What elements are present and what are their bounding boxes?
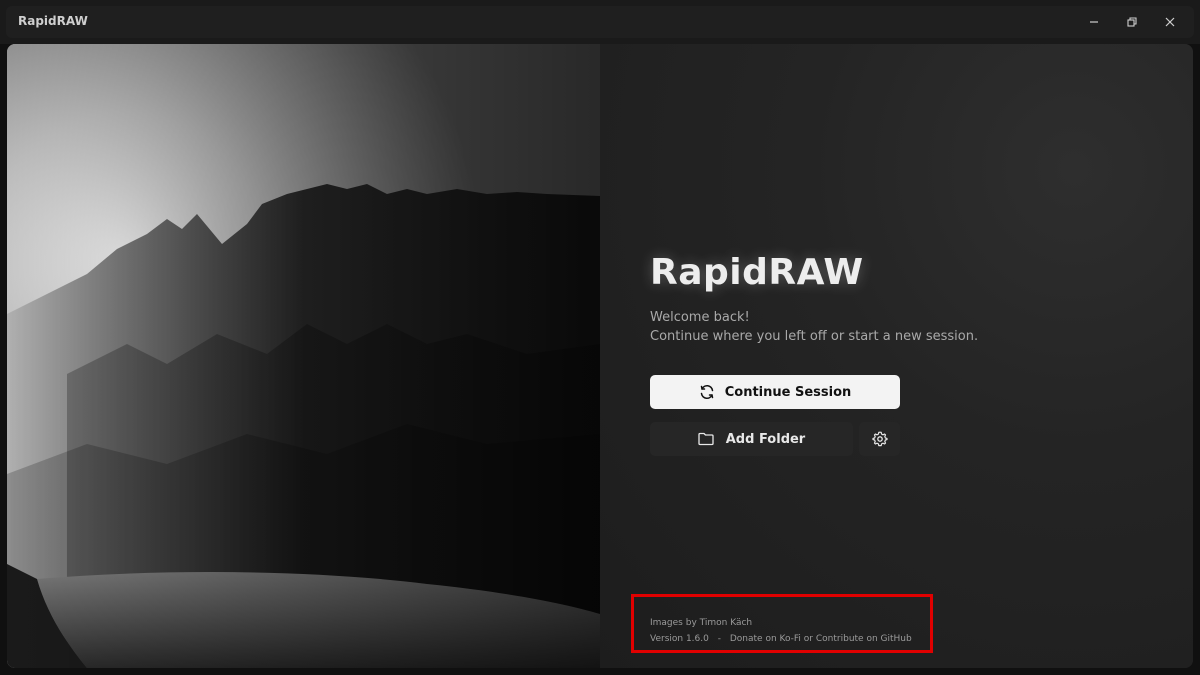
or-text: or bbox=[803, 634, 814, 644]
add-folder-button[interactable]: Add Folder bbox=[650, 422, 853, 456]
hero-image bbox=[7, 44, 600, 668]
version-label: Version 1.6.0 bbox=[650, 634, 709, 644]
donate-link[interactable]: Donate on Ko-Fi bbox=[730, 634, 801, 644]
brand-title: RapidRAW bbox=[650, 252, 864, 293]
minimize-icon bbox=[1090, 21, 1098, 23]
image-credit: Images by Timon Käch bbox=[650, 618, 753, 628]
add-folder-label: Add Folder bbox=[725, 431, 806, 447]
main-window: RapidRAW Welcome back! Continue where yo… bbox=[7, 44, 1193, 668]
title-bar: RapidRAW bbox=[0, 0, 1200, 44]
close-button[interactable] bbox=[1156, 10, 1184, 34]
mountain-landscape-image bbox=[7, 44, 600, 668]
separator: - bbox=[717, 634, 721, 644]
footer: Images by Timon Käch Version 1.6.0 - Don… bbox=[650, 615, 912, 647]
settings-button[interactable] bbox=[859, 422, 900, 456]
minimize-button[interactable] bbox=[1080, 10, 1108, 34]
footer-links: Version 1.6.0 - Donate on Ko-Fi or Contr… bbox=[650, 631, 912, 647]
folder-icon bbox=[698, 432, 714, 446]
contribute-link[interactable]: Contribute on GitHub bbox=[816, 634, 912, 644]
welcome-greeting: Welcome back! bbox=[650, 310, 750, 325]
refresh-icon bbox=[700, 384, 713, 400]
app-title: RapidRAW bbox=[18, 14, 88, 28]
close-icon bbox=[1165, 17, 1175, 27]
restore-icon bbox=[1127, 17, 1137, 27]
gear-icon bbox=[871, 431, 888, 447]
welcome-text: Welcome back! Continue where you left of… bbox=[650, 308, 978, 346]
continue-session-button[interactable]: Continue Session bbox=[650, 375, 900, 409]
welcome-panel: RapidRAW Welcome back! Continue where yo… bbox=[600, 44, 1193, 668]
maximize-button[interactable] bbox=[1118, 10, 1146, 34]
title-bar-inner: RapidRAW bbox=[6, 6, 1194, 38]
welcome-subtitle: Continue where you left off or start a n… bbox=[650, 329, 979, 344]
continue-session-label: Continue Session bbox=[724, 384, 852, 400]
